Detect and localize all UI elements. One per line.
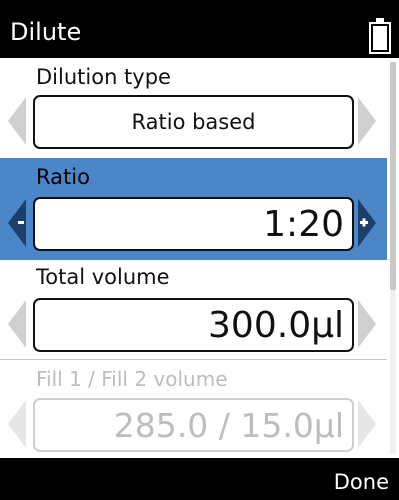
done-button[interactable]: Done [334, 469, 389, 495]
total-volume-field[interactable]: 300.0µl [33, 298, 354, 352]
total-volume-label: Total volume [36, 265, 170, 289]
arrow-right-icon[interactable] [358, 296, 378, 352]
total-volume-row[interactable]: Total volume 300.0µl [0, 260, 387, 360]
fill-volume-value: 285.0 / 15.0µl [113, 405, 344, 445]
arrow-left-icon[interactable] [6, 296, 26, 352]
fill-volume-label: Fill 1 / Fill 2 volume [36, 367, 228, 391]
dilution-type-label: Dilution type [36, 65, 171, 89]
dilution-type-value: Ratio based [131, 110, 256, 134]
dilution-type-field[interactable]: Ratio based [33, 95, 354, 149]
arrow-left-icon[interactable] [6, 93, 26, 149]
arrow-right-icon[interactable] [358, 93, 378, 149]
settings-list: Dilution type Ratio based Ratio 1:20 Tot… [0, 58, 387, 458]
ratio-field[interactable]: 1:20 [33, 197, 354, 251]
fill-volume-field: 285.0 / 15.0µl [33, 398, 354, 452]
dilution-type-row[interactable]: Dilution type Ratio based [0, 58, 387, 158]
ratio-value: 1:20 [263, 203, 344, 245]
minus-icon[interactable] [6, 195, 26, 251]
arrow-left-icon [8, 400, 26, 448]
fill-volume-row: Fill 1 / Fill 2 volume 285.0 / 15.0µl [0, 360, 387, 458]
battery-icon [369, 18, 391, 54]
scrollbar-thumb[interactable] [390, 62, 396, 290]
ratio-label: Ratio [36, 165, 90, 189]
ratio-row[interactable]: Ratio 1:20 [0, 158, 387, 260]
title-bar: Dilute [0, 0, 399, 58]
scrollbar[interactable] [387, 58, 399, 458]
total-volume-value: 300.0µl [208, 304, 344, 346]
bottom-bar: Done [0, 458, 399, 500]
screen-title: Dilute [10, 18, 82, 46]
arrow-right-icon [358, 400, 376, 448]
plus-icon[interactable] [358, 195, 378, 251]
